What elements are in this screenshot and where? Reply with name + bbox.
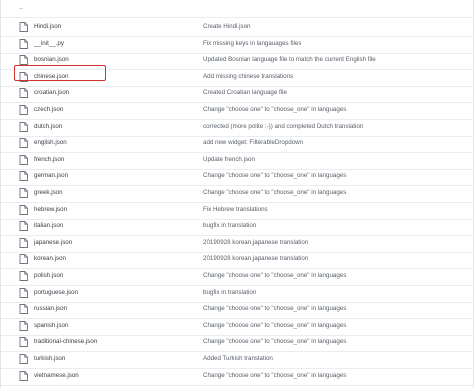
file-name-link[interactable]: portuguese.json xyxy=(34,284,78,302)
file-list: .. Hindi.json Create Hindi.json __init__.p… xyxy=(0,0,474,388)
commit-message-link[interactable]: 20190928 korean,japanese translation xyxy=(203,234,308,252)
file-icon xyxy=(19,237,28,248)
file-icon xyxy=(19,354,28,364)
file-name-link[interactable]: italian.json xyxy=(34,217,63,235)
file-icon xyxy=(19,71,28,82)
file-icon xyxy=(19,370,28,381)
commit-message-link[interactable]: Update french.json xyxy=(203,151,255,169)
commit-message-link[interactable]: corrected (more polite :-)) and complete… xyxy=(203,118,363,136)
file-name-link[interactable]: german.json xyxy=(34,167,68,185)
file-name-link[interactable]: polish.json xyxy=(34,267,63,285)
commit-message-link[interactable]: Add missing chinese translations xyxy=(203,68,293,86)
parent-directory-row[interactable]: .. xyxy=(1,0,474,18)
file-name-link[interactable]: Hindi.json xyxy=(34,18,61,36)
file-name-link[interactable]: turkish.json xyxy=(34,350,65,368)
file-icon xyxy=(19,271,28,281)
file-name-link[interactable]: spanish.json xyxy=(34,317,68,335)
commit-message-link[interactable]: Create Hindi.json xyxy=(203,18,250,36)
file-icon xyxy=(19,287,28,298)
file-icon xyxy=(19,204,28,215)
commit-message-link[interactable]: Change "choose one" to "choose_one" in l… xyxy=(203,184,346,202)
commit-message-link[interactable]: Added Turkish translation xyxy=(203,350,273,368)
file-name-link[interactable]: russian.json xyxy=(34,300,67,318)
commit-message-link[interactable]: add new widget: FilterableDropdown xyxy=(203,134,303,152)
file-icon xyxy=(19,337,28,348)
file-icon xyxy=(19,254,28,265)
commit-message-link[interactable]: Fix Hebrew translations xyxy=(203,201,268,219)
commit-message-link[interactable]: Change "choose one" to "choose_one" in l… xyxy=(203,167,346,185)
commit-message-link[interactable]: Change "choose one" to "choose_one" in l… xyxy=(203,317,346,335)
file-icon xyxy=(19,304,28,315)
file-name-link[interactable]: czech.json xyxy=(34,101,63,119)
file-name-link[interactable]: japanese.json xyxy=(34,234,72,252)
file-name-link[interactable]: english.json xyxy=(34,134,67,152)
file-icon xyxy=(19,320,28,331)
commit-message-link[interactable]: bugfix in translation xyxy=(203,284,256,302)
file-icon xyxy=(19,38,28,49)
file-name-link[interactable]: french.json xyxy=(34,151,64,169)
file-icon xyxy=(19,138,28,149)
file-name-link[interactable]: traditional-chinese.json xyxy=(34,333,97,351)
file-icon xyxy=(19,22,28,32)
file-icon xyxy=(19,171,28,182)
file-icon xyxy=(19,154,28,165)
parent-directory-link[interactable]: .. xyxy=(19,0,23,17)
commit-message-link[interactable]: 20190928 korean,japanese translation xyxy=(203,250,308,268)
file-name-link[interactable]: dutch.json xyxy=(34,118,62,136)
file-name-link[interactable]: chinese.json xyxy=(34,68,68,86)
file-name-link[interactable]: __init__.py xyxy=(34,35,64,53)
file-name-link[interactable]: hebrew.json xyxy=(34,201,67,219)
commit-message-link[interactable]: Change "choose one" to "choose_one" in l… xyxy=(203,267,346,285)
file-icon xyxy=(19,188,28,198)
commit-message-link[interactable]: bugfix in translation xyxy=(203,217,256,235)
commit-message-link[interactable]: Change "choose one" to "choose_one" in l… xyxy=(203,333,346,351)
file-icon xyxy=(19,221,28,232)
file-row[interactable]: vietnamese.json Change "choose one" to "c… xyxy=(1,367,474,386)
commit-message-link[interactable]: Created Croatian language file xyxy=(203,84,287,102)
file-icon xyxy=(19,88,28,99)
file-icon xyxy=(19,105,28,115)
commit-message-link[interactable]: Fix missing keys in langauages files xyxy=(203,35,301,53)
commit-message-link[interactable]: Change "choose one" to "choose_one" in l… xyxy=(203,367,346,385)
file-name-link[interactable]: greek.json xyxy=(34,184,63,202)
file-icon xyxy=(19,121,28,132)
file-name-link[interactable]: vietnamese.json xyxy=(34,367,79,385)
file-name-link[interactable]: korean.json xyxy=(34,250,66,268)
file-name-link[interactable]: bosnian.json xyxy=(34,51,69,69)
commit-message-link[interactable]: Updated Bosnian language file to match t… xyxy=(203,51,376,69)
commit-message-link[interactable]: Change "choose one" to "choose_one" in l… xyxy=(203,300,346,318)
file-name-link[interactable]: croatian.json xyxy=(34,84,69,102)
commit-message-link[interactable]: Change "choose one" to "choose_one" in l… xyxy=(203,101,346,119)
file-icon xyxy=(19,55,28,66)
